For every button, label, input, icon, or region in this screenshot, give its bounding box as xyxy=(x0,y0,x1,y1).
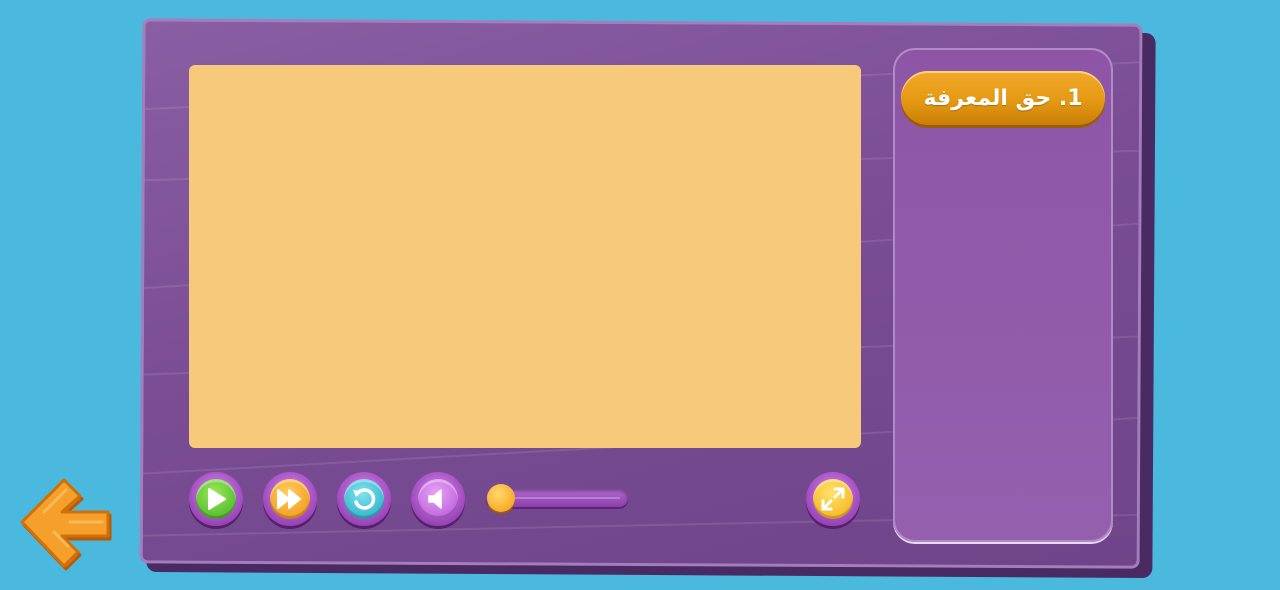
volume-icon xyxy=(428,489,442,509)
replay-icon xyxy=(353,488,376,510)
volume-button[interactable] xyxy=(411,472,465,526)
back-button[interactable] xyxy=(14,472,118,572)
fullscreen-button[interactable] xyxy=(806,472,860,526)
back-arrow-icon xyxy=(20,478,112,571)
replay-button[interactable] xyxy=(337,472,391,526)
fast-forward-button[interactable] xyxy=(263,472,317,526)
fullscreen-icon xyxy=(821,487,845,511)
play-icon xyxy=(208,488,226,510)
chapter-title-label: 1. حق المعرفة xyxy=(923,85,1083,111)
play-button[interactable] xyxy=(189,472,243,526)
progress-slider-handle[interactable] xyxy=(487,484,515,512)
video-screen[interactable] xyxy=(189,65,861,448)
chapter-title[interactable]: 1. حق المعرفة xyxy=(901,71,1105,125)
fast-forward-icon xyxy=(277,489,301,509)
progress-track-line xyxy=(500,497,620,499)
